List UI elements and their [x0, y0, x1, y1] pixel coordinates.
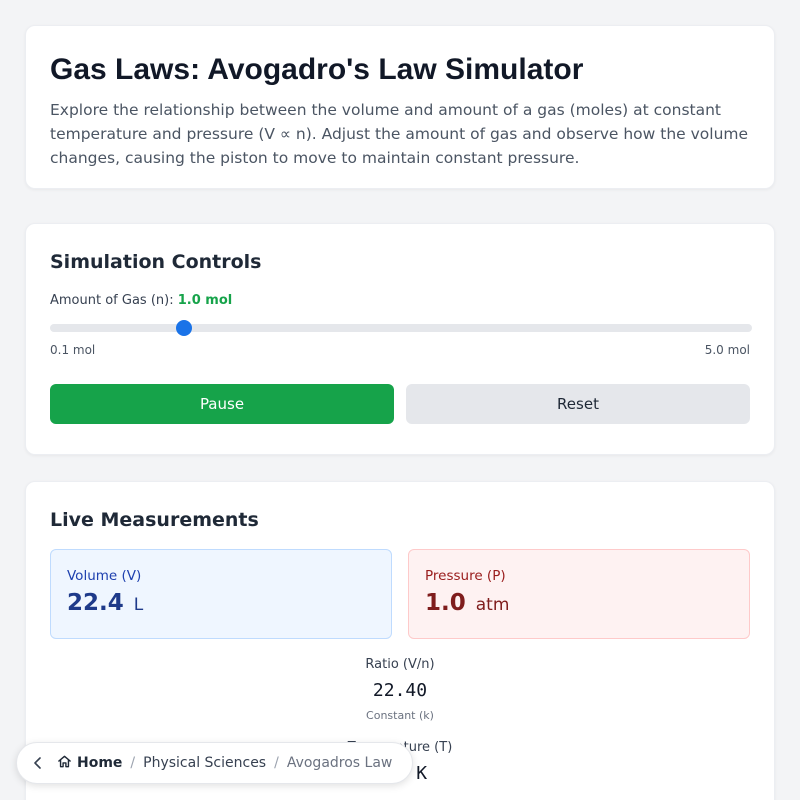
simulation-controls-card: Simulation Controls Amount of Gas (n): 1…: [25, 223, 775, 455]
intro-card: Gas Laws: Avogadro's Law Simulator Explo…: [25, 25, 775, 189]
controls-title: Simulation Controls: [50, 251, 262, 273]
volume-value-line: 22.4 L: [67, 590, 375, 616]
reset-button[interactable]: Reset: [406, 384, 750, 424]
pressure-value: 1.0: [425, 590, 466, 616]
breadcrumb-home-link[interactable]: Home: [57, 754, 122, 773]
breadcrumb-section-link[interactable]: Physical Sciences: [143, 755, 266, 771]
pressure-value-line: 1.0 atm: [425, 590, 733, 616]
slider-range-labels: 0.1 mol 5.0 mol: [50, 343, 750, 357]
control-buttons: Pause Reset: [50, 384, 750, 424]
slider-track[interactable]: [50, 324, 752, 332]
breadcrumb-home-label: Home: [77, 755, 123, 771]
breadcrumb-separator: /: [274, 755, 279, 771]
temperature-unit: K: [416, 763, 428, 784]
metric-row: Volume (V) 22.4 L Pressure (P) 1.0 atm: [50, 549, 750, 639]
gas-amount-text: Amount of Gas (n):: [50, 293, 174, 308]
ratio-value: 22.40: [372, 680, 428, 701]
gas-amount-label: Amount of Gas (n): 1.0 mol: [50, 293, 750, 308]
chevron-left-icon[interactable]: [29, 754, 47, 772]
volume-label: Volume (V): [67, 568, 142, 584]
ratio-sublabel: Constant (k): [366, 709, 434, 722]
page-description: Explore the relationship between the vol…: [50, 101, 749, 167]
page-title: Gas Laws: Avogadro's Law Simulator: [50, 53, 584, 86]
slider-thumb[interactable]: [176, 320, 192, 336]
breadcrumb: Home / Physical Sciences / Avogadros Law: [16, 742, 414, 784]
pause-button[interactable]: Pause: [50, 384, 394, 424]
pressure-unit: atm: [475, 595, 510, 615]
pressure-metric: Pressure (P) 1.0 atm: [408, 549, 750, 639]
home-icon: [57, 754, 72, 773]
breadcrumb-current: Avogadros Law: [286, 755, 393, 771]
slider-max-label: 5.0 mol: [704, 343, 750, 357]
ratio-label: Ratio (V/n): [365, 657, 435, 672]
volume-value: 22.4: [67, 590, 124, 616]
gas-amount-value: 1.0 mol: [177, 293, 233, 308]
volume-metric: Volume (V) 22.4 L: [50, 549, 392, 639]
pressure-label: Pressure (P): [425, 568, 506, 584]
gas-amount-slider[interactable]: [50, 320, 752, 336]
page: Gas Laws: Avogadro's Law Simulator Explo…: [0, 0, 800, 800]
measurements-title: Live Measurements: [50, 509, 259, 531]
slider-min-label: 0.1 mol: [50, 343, 96, 357]
volume-unit: L: [133, 595, 144, 615]
breadcrumb-separator: /: [130, 755, 136, 771]
